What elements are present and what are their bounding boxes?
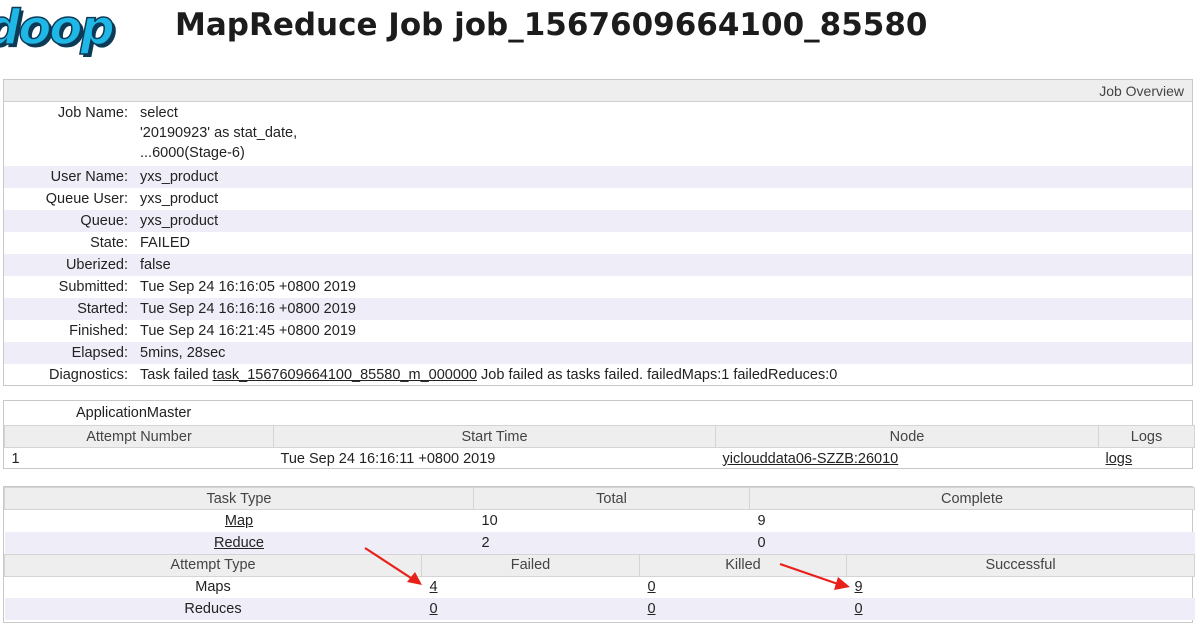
failed-reduces-link[interactable]: 0 — [430, 601, 438, 617]
column-header-complete[interactable]: Complete — [749, 487, 1195, 510]
diagnostics-prefix: Task failed — [140, 367, 213, 383]
elapsed-value: 5mins, 28sec — [140, 345, 226, 361]
reduce-tasks-link[interactable]: Reduce — [214, 535, 264, 551]
overview-row-uberized: Uberized: false — [4, 254, 1192, 276]
user-name-value: yxs_product — [140, 169, 219, 185]
attempt-number-cell: 1 — [4, 447, 274, 470]
column-header-killed[interactable]: Killed — [639, 553, 847, 577]
column-header-node[interactable]: Node — [715, 425, 1099, 448]
submitted-label: Submitted: — [58, 279, 128, 295]
attempt-type-cell: Maps — [195, 579, 231, 596]
job-name-value: select '20190923' as stat_date, ...6000(… — [140, 102, 1192, 166]
task-type-cell: Map — [5, 510, 474, 532]
application-master-table: Attempt Number Start Time Node Logs 1 Tu… — [4, 425, 1195, 470]
queue-user-label: Queue User: — [45, 191, 128, 207]
attempt-type-table: Attempt Type Failed Killed Successful Ma… — [4, 553, 1195, 620]
column-header-attempt-type[interactable]: Attempt Type — [4, 553, 422, 577]
killed-maps-link[interactable]: 0 — [648, 579, 656, 595]
total-cell: 2 — [473, 531, 750, 554]
page-header: doop MapReduce Job job_1567609664100_855… — [0, 0, 1198, 68]
table-row: Reduce 2 0 — [4, 531, 1195, 554]
job-name-line: '20190923' as stat_date, — [140, 125, 298, 141]
successful-reduces-link[interactable]: 0 — [855, 601, 863, 617]
successful-maps-link[interactable]: 9 — [855, 579, 863, 595]
diagnostics-suffix: Job failed as tasks failed. failedMaps:1… — [477, 367, 838, 383]
overview-row-queue-user: Queue User: yxs_product — [4, 188, 1192, 210]
complete-cell: 0 — [749, 531, 1195, 554]
started-value: Tue Sep 24 16:16:16 +0800 2019 — [140, 301, 356, 317]
node-cell: yiclouddata06-SZZB:26010 — [715, 447, 1099, 470]
table-row: Reduces 0 0 0 — [4, 598, 1195, 620]
total-cell: 10 — [481, 512, 498, 529]
job-overview-heading: Job Overview — [4, 80, 1192, 102]
job-overview-panel: Job Overview Job Name: select '20190923'… — [3, 79, 1193, 386]
queue-value: yxs_product — [140, 213, 219, 229]
successful-cell: 0 — [846, 598, 1195, 620]
failed-cell: 4 — [422, 576, 640, 598]
uberized-label: Uberized: — [65, 257, 128, 273]
table-header-row: Attempt Number Start Time Node Logs — [4, 425, 1195, 448]
successful-cell: 9 — [847, 576, 1195, 598]
state-label: State: — [90, 235, 128, 251]
started-label: Started: — [77, 301, 128, 317]
table-row: 1 Tue Sep 24 16:16:11 +0800 2019 yicloud… — [4, 447, 1195, 470]
job-name-label: Job Name: — [57, 105, 128, 121]
overview-row-finished: Finished: Tue Sep 24 16:21:45 +0800 2019 — [4, 320, 1192, 342]
logs-link[interactable]: logs — [1106, 451, 1133, 467]
attempt-type-cell: Reduces — [4, 598, 422, 620]
overview-row-diagnostics: Diagnostics: Task failed task_1567609664… — [4, 364, 1192, 386]
logs-cell: logs — [1098, 447, 1195, 470]
overview-row-started: Started: Tue Sep 24 16:16:16 +0800 2019 — [4, 298, 1192, 320]
killed-cell: 0 — [639, 598, 847, 620]
task-type-table: Task Type Total Complete Map 10 9 Reduce… — [4, 487, 1195, 554]
queue-label: Queue: — [80, 213, 128, 229]
column-header-failed[interactable]: Failed — [421, 553, 640, 577]
failed-maps-link[interactable]: 4 — [430, 579, 438, 595]
table-row: Maps 4 0 9 — [5, 576, 1195, 598]
overview-row-queue: Queue: yxs_product — [4, 210, 1192, 232]
start-time-cell: Tue Sep 24 16:16:11 +0800 2019 — [273, 447, 716, 470]
overview-row-job-name: Job Name: select '20190923' as stat_date… — [4, 102, 1192, 166]
diagnostics-label: Diagnostics: — [49, 367, 128, 383]
queue-user-value: yxs_product — [140, 191, 219, 207]
uberized-value: false — [140, 257, 171, 273]
user-name-label: User Name: — [50, 169, 128, 185]
column-header-total[interactable]: Total — [473, 487, 750, 510]
overview-row-submitted: Submitted: Tue Sep 24 16:16:05 +0800 201… — [4, 276, 1192, 298]
column-header-successful[interactable]: Successful — [846, 553, 1195, 577]
map-tasks-link[interactable]: Map — [225, 513, 253, 529]
column-header-start-time[interactable]: Start Time — [273, 425, 716, 448]
failed-task-link[interactable]: task_1567609664100_85580_m_000000 — [213, 367, 477, 383]
application-master-title: ApplicationMaster — [76, 405, 192, 421]
overview-row-elapsed: Elapsed: 5mins, 28sec — [4, 342, 1192, 364]
failed-cell: 0 — [421, 598, 640, 620]
table-header-row: Attempt Type Failed Killed Successful — [4, 553, 1195, 577]
state-value: FAILED — [140, 235, 190, 251]
overview-row-user-name: User Name: yxs_product — [4, 166, 1192, 188]
submitted-value: Tue Sep 24 16:16:05 +0800 2019 — [140, 279, 356, 295]
killed-cell: 0 — [640, 576, 847, 598]
diagnostics-value: Task failed task_1567609664100_85580_m_0… — [140, 364, 1192, 386]
job-name-line: select — [140, 105, 178, 121]
overview-row-state: State: FAILED — [4, 232, 1192, 254]
finished-value: Tue Sep 24 16:21:45 +0800 2019 — [140, 323, 356, 339]
application-master-panel: ApplicationMaster Attempt Number Start T… — [3, 400, 1195, 470]
elapsed-label: Elapsed: — [71, 345, 128, 361]
column-header-logs[interactable]: Logs — [1098, 425, 1195, 448]
table-header-row: Task Type Total Complete — [4, 487, 1195, 510]
column-header-task-type[interactable]: Task Type — [4, 487, 474, 510]
table-row: Map 10 9 — [5, 510, 1195, 532]
job-name-line: ...6000(Stage-6) — [140, 145, 245, 161]
task-summary-panel: Task Type Total Complete Map 10 9 Reduce… — [3, 486, 1195, 623]
task-type-cell: Reduce — [4, 531, 474, 554]
page-title: MapReduce Job job_1567609664100_85580 — [175, 7, 928, 43]
finished-label: Finished: — [69, 323, 128, 339]
hadoop-logo[interactable]: doop — [0, 1, 115, 55]
killed-reduces-link[interactable]: 0 — [648, 601, 656, 617]
column-header-attempt-number[interactable]: Attempt Number — [4, 425, 274, 448]
complete-cell: 9 — [757, 512, 766, 529]
node-link[interactable]: yiclouddata06-SZZB:26010 — [723, 451, 899, 467]
